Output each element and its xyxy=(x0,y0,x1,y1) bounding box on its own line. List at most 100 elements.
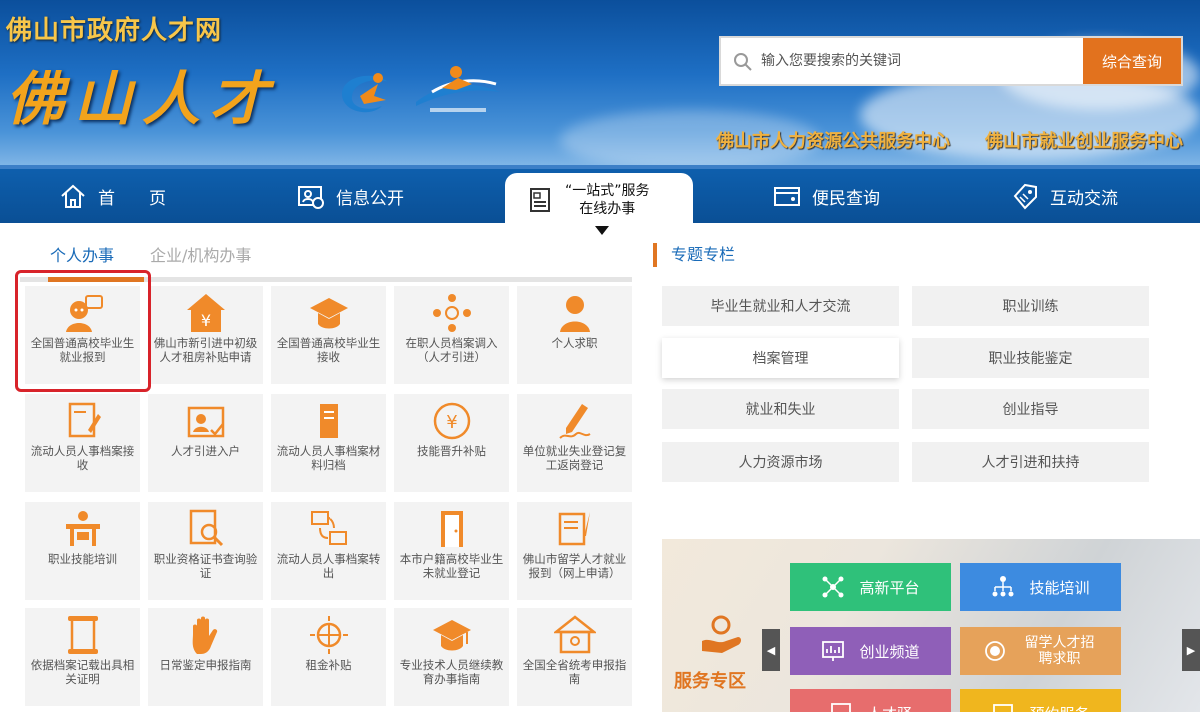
rent-subsidy-icon: ¥ xyxy=(187,294,225,332)
topic-button[interactable]: 职业训练 xyxy=(912,286,1149,326)
service-station-button[interactable]: 人才驿 xyxy=(790,689,951,712)
service-appointment-label: 预约服务 xyxy=(1029,703,1089,712)
topics-title: 专题专栏 xyxy=(653,243,735,267)
service-tile[interactable]: 全国普通高校毕业生接收 xyxy=(271,286,386,384)
nav-info[interactable]: 信息公开 xyxy=(296,169,404,223)
service-skill-button[interactable]: 技能培训 xyxy=(960,563,1121,611)
service-overseas-button[interactable]: 留学人才招聘求职 xyxy=(960,627,1121,675)
tile-label: 职业资格证书查询验证 xyxy=(153,552,258,580)
tab-active-indicator xyxy=(48,277,144,282)
service-tile[interactable]: 单位就业失业登记复工返岗登记 xyxy=(517,394,632,492)
tab-enterprise[interactable]: 企业/机构办事 xyxy=(150,242,251,266)
service-tile[interactable]: 人才引进入户 xyxy=(148,394,263,492)
network-people-icon xyxy=(433,294,471,332)
graduate-report-icon xyxy=(66,295,103,332)
service-overseas-label: 留学人才招聘求职 xyxy=(1024,635,1095,667)
service-tile[interactable]: 佛山市留学人才就业报到（网上申请） xyxy=(517,502,632,600)
org-chart-icon xyxy=(992,576,1014,597)
hr-service-center-link[interactable]: 佛山市人力资源公共服务中心 xyxy=(716,127,950,153)
svg-text:¥: ¥ xyxy=(201,311,211,330)
tile-label: 在职人员档案调入（人才引进） xyxy=(405,336,498,364)
service-appointment-button[interactable]: 预约服务 xyxy=(960,689,1121,712)
service-startup-button[interactable]: 创业频道 xyxy=(790,627,951,675)
nav-onestop-line1: “一站式”服务 xyxy=(565,183,650,199)
topic-button[interactable]: 人才引进和扶持 xyxy=(912,442,1149,482)
globe-sun-icon xyxy=(310,616,348,654)
scroll-document-icon xyxy=(68,616,98,654)
nav-onestop-line2: 在线办事 xyxy=(579,201,636,217)
tab-personal[interactable]: 个人办事 xyxy=(50,242,114,266)
carousel-prev-button[interactable]: ◀ xyxy=(762,629,780,671)
service-tile[interactable]: 职业技能培训 xyxy=(25,502,140,600)
service-tile[interactable]: ¥ 佛山市新引进中初级人才租房补贴申请 xyxy=(148,286,263,384)
transfer-out-icon xyxy=(311,511,347,545)
topic-button[interactable]: 就业和失业 xyxy=(662,389,899,429)
hand-icon xyxy=(192,616,218,654)
nav-query[interactable]: 便民查询 xyxy=(772,169,880,223)
service-tile[interactable]: ¥ 技能晋升补贴 xyxy=(394,394,509,492)
tile-label: 单位就业失业登记复工返岗登记 xyxy=(522,444,627,472)
service-tile[interactable]: 专业技术人员继续教育办事指南 xyxy=(394,608,509,706)
service-tile[interactable]: 本市户籍高校毕业生未就业登记 xyxy=(394,502,509,600)
search-icon xyxy=(734,53,752,71)
tile-label: 流动人员人事档案转出 xyxy=(276,552,381,580)
service-tile[interactable]: 租金补贴 xyxy=(271,608,386,706)
tile-label: 流动人员人事档案接收 xyxy=(30,444,135,472)
site-header: 佛山市政府人才网 佛山人才 综合查询 佛山市人力资源公共服务中心 佛山市就业创业… xyxy=(0,0,1200,165)
service-tile[interactable]: 职业资格证书查询验证 xyxy=(148,502,263,600)
tile-label: 专业技术人员继续教育办事指南 xyxy=(399,658,504,686)
topic-button[interactable]: 创业指导 xyxy=(912,389,1149,429)
nav-info-label: 信息公开 xyxy=(336,188,404,209)
search-input[interactable] xyxy=(761,46,1081,76)
nav-interact-label: 互动交流 xyxy=(1050,188,1118,209)
nav-onestop[interactable]: “一站式”服务 在线办事 xyxy=(505,173,693,227)
tile-label: 日常鉴定申报指南 xyxy=(159,658,252,672)
yen-coin-icon: ¥ xyxy=(433,402,471,440)
service-zone-label: 服务专区 xyxy=(674,671,746,692)
tile-label: 本市户籍高校毕业生未就业登记 xyxy=(399,552,504,580)
topic-button[interactable]: 档案管理 xyxy=(662,338,899,378)
chart-board-icon xyxy=(822,641,845,661)
search-box: 综合查询 xyxy=(719,36,1183,86)
tile-label: 佛山市新引进中初级人才租房补贴申请 xyxy=(153,336,258,364)
document-icon xyxy=(530,188,550,212)
nav-home[interactable]: 首 页 xyxy=(58,169,166,223)
search-button[interactable]: 综合查询 xyxy=(1083,38,1181,84)
service-tile[interactable]: 个人求职 xyxy=(517,286,632,384)
employment-center-link[interactable]: 佛山市就业创业服务中心 xyxy=(985,127,1183,153)
job-seeker-icon xyxy=(560,296,590,332)
tile-label: 佛山市留学人才就业报到（网上申请） xyxy=(522,552,627,580)
talent-logo-icon xyxy=(342,73,388,113)
service-hitech-button[interactable]: 高新平台 xyxy=(790,563,951,611)
topic-button[interactable]: 人力资源市场 xyxy=(662,442,899,482)
service-tile[interactable]: 流动人员人事档案接收 xyxy=(25,394,140,492)
carousel-next-button[interactable]: ▶ xyxy=(1182,629,1200,671)
brand-title: 佛山人才 xyxy=(6,65,279,133)
service-tile[interactable]: 全国普通高校毕业生就业报到 xyxy=(25,286,140,384)
site-name: 佛山市政府人才网 xyxy=(6,16,223,46)
archive-icon xyxy=(68,402,101,438)
tile-label: 全国全省统考申报指南 xyxy=(522,658,627,686)
home-icon xyxy=(61,184,85,208)
service-tile[interactable]: 在职人员档案调入（人才引进） xyxy=(394,286,509,384)
service-zone-banner: 服务专区 ◀ ▶ 高新平台 技能培训 创业频道 留学人才招聘求职 人才驿 预约服… xyxy=(662,539,1200,712)
service-startup-label: 创业频道 xyxy=(859,642,920,661)
service-tile[interactable]: 依据档案记载出具相关证明 xyxy=(25,608,140,706)
service-skill-label: 技能培训 xyxy=(1029,578,1090,597)
topic-button[interactable]: 职业技能鉴定 xyxy=(912,338,1149,378)
tile-label: 依据档案记载出具相关证明 xyxy=(30,658,135,686)
topic-button[interactable]: 毕业生就业和人才交流 xyxy=(662,286,899,326)
network-nodes-icon xyxy=(822,576,844,598)
service-tile[interactable]: 流动人员人事档案材料归档 xyxy=(271,394,386,492)
tag-icon xyxy=(1013,183,1037,210)
service-tile[interactable]: 流动人员人事档案转出 xyxy=(271,502,386,600)
id-badge-icon xyxy=(187,406,225,438)
service-tile[interactable]: 全国全省统考申报指南 xyxy=(517,608,632,706)
service-tile[interactable]: 日常鉴定申报指南 xyxy=(148,608,263,706)
service-station-label: 人才驿 xyxy=(867,703,912,712)
nav-home-label: 首 页 xyxy=(98,188,166,209)
nav-interact[interactable]: 互动交流 xyxy=(1010,169,1118,223)
exam-house-icon xyxy=(554,615,596,654)
wallet-icon xyxy=(774,187,800,206)
tile-label: 人才引进入户 xyxy=(171,444,240,458)
